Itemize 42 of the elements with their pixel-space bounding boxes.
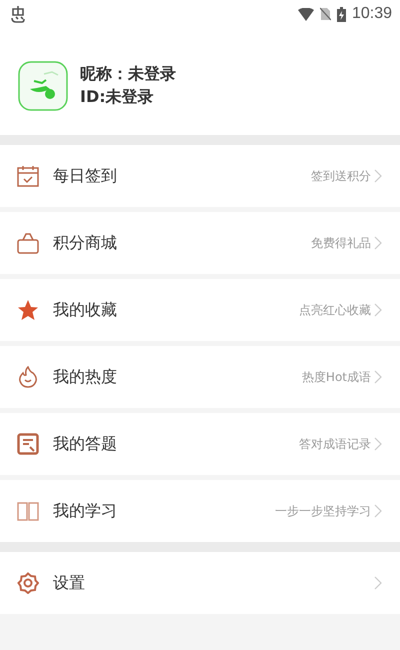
menu-hint: 点亮红心收藏 xyxy=(299,302,371,318)
menu-label: 我的热度 xyxy=(53,366,117,388)
menu-item[interactable]: 积分商城 免费得礼品 xyxy=(0,212,400,274)
menu-hint: 一步一步坚持学习 xyxy=(275,502,371,520)
menu-hint: 答对成语记录 xyxy=(299,436,371,452)
chevron-icon xyxy=(374,504,382,518)
menu-item[interactable]: 我的热度 热度Hot成语 xyxy=(0,346,400,408)
menu-label: 设置 xyxy=(53,572,85,594)
status-time: 10:39 xyxy=(352,5,392,23)
chevron-icon xyxy=(374,169,382,183)
settings-icon xyxy=(17,572,39,594)
chevron-icon xyxy=(374,576,382,590)
user-id: ID:未登录 xyxy=(80,86,155,108)
menu-item[interactable]: 每日签到 签到送积分 xyxy=(0,145,400,207)
flame-icon xyxy=(17,366,39,388)
notification-icon xyxy=(10,5,26,23)
menu-hint: 签到送积分 xyxy=(311,168,371,184)
settings-item[interactable]: 设置 xyxy=(0,552,400,614)
chevron-icon xyxy=(374,437,382,451)
calendar-icon xyxy=(17,165,39,187)
book-icon xyxy=(17,500,39,522)
menu-item[interactable]: 我的答题 答对成语记录 xyxy=(0,413,400,475)
menu-hint: 免费得礼品 xyxy=(311,234,371,252)
no-sim-icon xyxy=(320,7,331,21)
battery-icon xyxy=(336,6,346,22)
menu-hint: 热度Hot成语 xyxy=(302,368,371,386)
chevron-icon xyxy=(374,236,382,250)
menu-label: 积分商城 xyxy=(53,232,117,254)
chevron-icon xyxy=(374,303,382,317)
menu-label: 我的答题 xyxy=(53,434,117,454)
nickname: 昵称：未登录 xyxy=(80,64,176,84)
avatar-icon[interactable] xyxy=(18,60,68,110)
menu-label: 我的收藏 xyxy=(53,300,117,320)
menu-label: 每日签到 xyxy=(53,166,117,186)
note-icon xyxy=(17,433,39,455)
bag-icon xyxy=(17,232,39,254)
menu-label: 我的学习 xyxy=(53,500,117,522)
menu-item[interactable]: 我的学习 一步一步坚持学习 xyxy=(0,480,400,542)
chevron-icon xyxy=(374,370,382,384)
star-icon xyxy=(17,299,39,321)
menu-item[interactable]: 我的收藏 点亮红心收藏 xyxy=(0,279,400,341)
wifi-icon xyxy=(298,8,314,20)
